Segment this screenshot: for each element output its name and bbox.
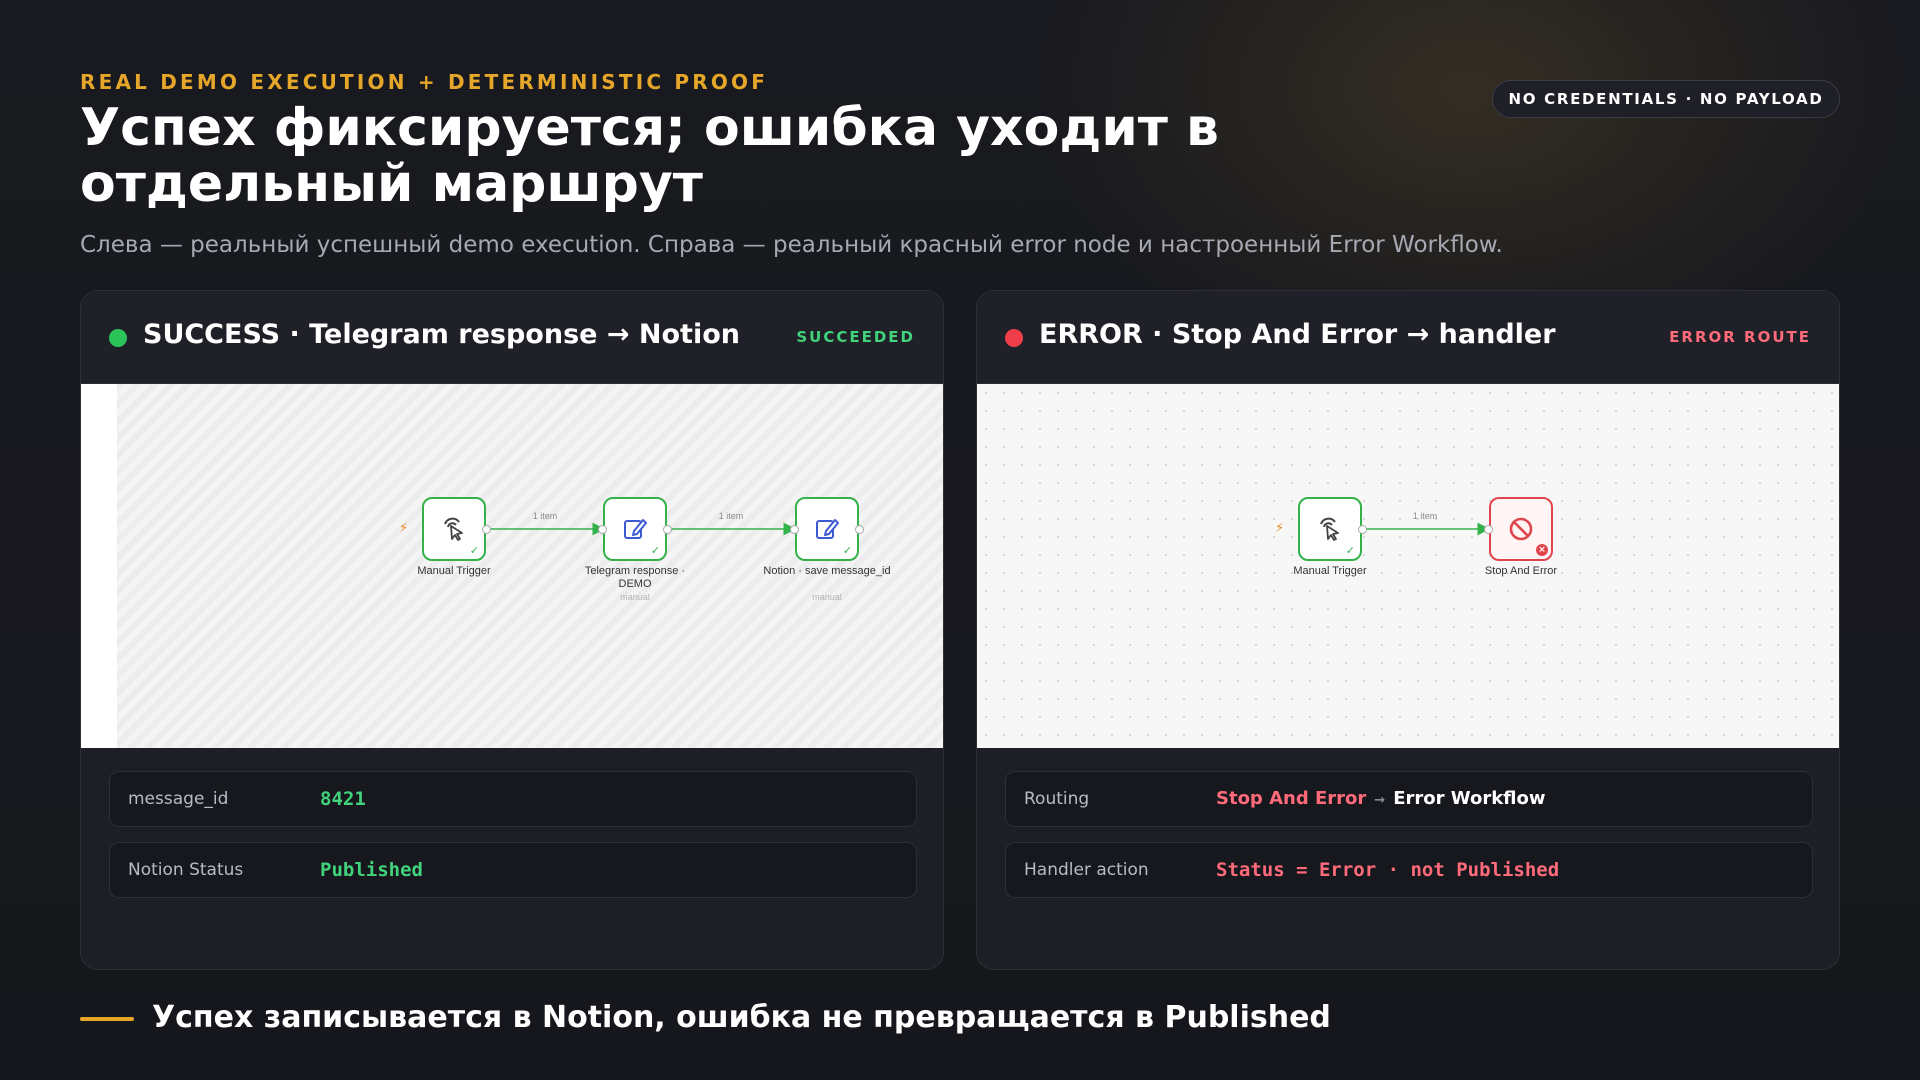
- footer-accent-line: [80, 1017, 134, 1021]
- message-id-row: message_id 8421: [109, 771, 917, 827]
- page-subtitle: Слева — реальный успешный demo execution…: [80, 232, 1503, 258]
- routing-key: Routing: [1024, 789, 1090, 809]
- success-status-label: SUCCEEDED: [796, 328, 915, 346]
- edit-icon: [624, 519, 647, 539]
- error-status-dot: [1005, 329, 1023, 347]
- node-stop-and-error[interactable]: ×: [1489, 497, 1553, 561]
- error-panel-title: ERROR · Stop And Error → handler: [1039, 319, 1556, 350]
- node-telegram-response[interactable]: ✓: [603, 497, 667, 561]
- handler-action-row: Handler action Status = Error · not Publ…: [1005, 842, 1813, 898]
- error-workflow-canvas[interactable]: ⚡ ✓ Manual Trigger 1 item × Stop And Err…: [977, 384, 1839, 748]
- error-status-label: ERROR ROUTE: [1669, 328, 1811, 346]
- input-port[interactable]: [1484, 525, 1493, 534]
- node-label-telegram-response: Telegram response · DEMO: [584, 565, 686, 590]
- trigger-bolt-icon: ⚡: [399, 521, 409, 536]
- routing-row: Routing Stop And Error → Error Workflow: [1005, 771, 1813, 827]
- edge-item-count: 1 item: [718, 511, 744, 521]
- output-port[interactable]: [482, 525, 491, 534]
- node-notion-save[interactable]: ✓: [795, 497, 859, 561]
- cursor-click-icon: [444, 517, 463, 541]
- no-credentials-badge: NO CREDENTIALS · NO PAYLOAD: [1492, 80, 1840, 118]
- check-icon: ✓: [469, 544, 479, 557]
- node-sub-notion-save: manual: [812, 592, 842, 602]
- error-edges: [1365, 522, 1491, 536]
- eyebrow-label: REAL DEMO EXECUTION + DETERMINISTIC PROO…: [80, 70, 769, 94]
- node-sub-telegram-response: manual: [620, 592, 650, 602]
- notion-status-row: Notion Status Published: [109, 842, 917, 898]
- error-panel: ERROR · Stop And Error → handler ERROR R…: [976, 290, 1840, 970]
- notion-status-value: Published: [320, 859, 423, 881]
- node-manual-trigger[interactable]: ✓: [422, 497, 486, 561]
- error-panel-header: ERROR · Stop And Error → handler ERROR R…: [977, 291, 1839, 384]
- success-panel-header: SUCCESS · Telegram response → Notion SUC…: [81, 291, 943, 384]
- node-label-notion-save: Notion · save message_id: [763, 565, 891, 577]
- node-label-manual-trigger: Manual Trigger: [417, 565, 491, 577]
- success-status-dot: [109, 329, 127, 347]
- error-badge-icon: ×: [1536, 544, 1548, 556]
- check-icon: ✓: [1345, 544, 1355, 557]
- node-label-manual-trigger: Manual Trigger: [1293, 565, 1367, 577]
- output-port[interactable]: [1358, 525, 1367, 534]
- success-workflow-canvas[interactable]: ⚡ ✓ Manual Trigger 1 item ✓ Telegram res…: [81, 384, 943, 748]
- node-manual-trigger[interactable]: ✓: [1298, 497, 1362, 561]
- edge-item-count: 1 item: [1412, 511, 1438, 521]
- input-port[interactable]: [790, 525, 799, 534]
- routing-from: Stop And Error: [1216, 788, 1367, 809]
- success-panel-title: SUCCESS · Telegram response → Notion: [143, 319, 740, 350]
- handler-action-value: Status = Error · not Published: [1216, 859, 1560, 881]
- check-icon: ✓: [650, 544, 660, 557]
- handler-action-key: Handler action: [1024, 860, 1149, 880]
- arrow-right-icon: →: [1374, 793, 1386, 808]
- check-icon: ✓: [842, 544, 852, 557]
- output-port[interactable]: [663, 525, 672, 534]
- output-port[interactable]: [855, 525, 864, 534]
- trigger-bolt-icon: ⚡: [1275, 521, 1285, 536]
- cursor-click-icon: [1320, 517, 1339, 541]
- routing-to: Error Workflow: [1393, 788, 1546, 809]
- page-title: Успех фиксируется; ошибка уходит в отдел…: [80, 98, 1219, 214]
- footer-summary: Успех записывается в Notion, ошибка не п…: [152, 1000, 1331, 1035]
- input-port[interactable]: [598, 525, 607, 534]
- prohibited-icon: [1509, 517, 1533, 541]
- node-label-stop-and-error: Stop And Error: [1484, 565, 1558, 577]
- notion-status-key: Notion Status: [128, 860, 244, 880]
- edit-icon: [816, 519, 839, 539]
- edge-item-count: 1 item: [532, 511, 558, 521]
- message-id-value: 8421: [320, 788, 366, 810]
- message-id-key: message_id: [128, 789, 229, 809]
- routing-value: Stop And Error → Error Workflow: [1216, 788, 1546, 809]
- success-panel: SUCCESS · Telegram response → Notion SUC…: [80, 290, 944, 970]
